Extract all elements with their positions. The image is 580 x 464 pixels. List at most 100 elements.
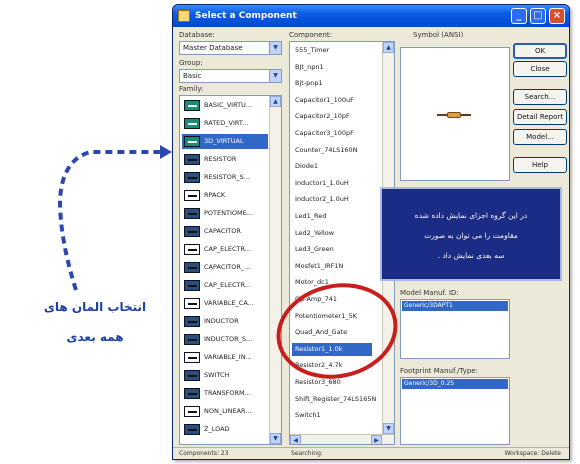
scroll-left-icon[interactable]: ◀: [290, 435, 301, 444]
family-item[interactable]: 3D_VIRTUAL: [182, 134, 268, 149]
family-item-label: CAPACITOR: [204, 227, 241, 235]
component-item[interactable]: Led2_Yellow: [292, 227, 372, 240]
resistor-smd-icon: [184, 172, 200, 183]
family-item-label: CAPACITOR_...: [204, 263, 251, 271]
title-bar[interactable]: Select a Component _ □ ×: [173, 5, 569, 27]
component-item[interactable]: Inductor1_1.0uH: [292, 177, 372, 190]
note-line: مقاومت را می توان به صورت: [424, 231, 518, 240]
ok-button[interactable]: OK: [513, 43, 567, 59]
model-button[interactable]: Model...: [513, 129, 567, 145]
component-item[interactable]: Bjt-pnp1: [292, 77, 372, 90]
virtual-teal-icon: [184, 100, 200, 111]
switch-icon: [184, 370, 200, 381]
footprint-selected[interactable]: Generic/3D_0.25: [402, 379, 508, 389]
footprint-label: Footprint Manuf./Type:: [400, 367, 478, 375]
scroll-up-icon[interactable]: ▲: [270, 96, 281, 107]
family-item[interactable]: CAP_ELECTR...: [182, 242, 268, 257]
footprint-list[interactable]: Generic/3D_0.25: [400, 377, 510, 445]
electrolytic-capacitor-icon: [184, 280, 200, 291]
database-select[interactable]: Master Database ▼: [179, 41, 282, 55]
component-item[interactable]: Led3_Green: [292, 243, 372, 256]
family-item-label: RESISTOR_S...: [204, 173, 250, 181]
search-button[interactable]: Search...: [513, 89, 567, 105]
component-hscrollbar[interactable]: ◀ ▶: [290, 434, 394, 444]
family-item-label: POTENTIOME...: [204, 209, 253, 217]
family-item[interactable]: INDUCTOR: [182, 314, 268, 329]
detail-report-button[interactable]: Detail Report: [513, 109, 567, 125]
minimize-button[interactable]: _: [511, 8, 527, 24]
family-item[interactable]: BASIC_VIRTU...: [182, 98, 268, 113]
component-item[interactable]: BJt_npn1: [292, 61, 372, 74]
family-item[interactable]: RATED_VIRT...: [182, 116, 268, 131]
group-value: Basic: [183, 72, 202, 80]
note-line: سه بعدی نمایش داد .: [437, 251, 505, 260]
family-scrollbar[interactable]: ▲ ▼: [269, 96, 281, 444]
maximize-button[interactable]: □: [530, 8, 546, 24]
chevron-down-icon[interactable]: ▼: [269, 70, 281, 82]
family-item[interactable]: RESISTOR_S...: [182, 170, 268, 185]
component-item[interactable]: Capacitor1_100uF: [292, 94, 372, 107]
note-line: در این گروه اجزای نمایش داده شده: [414, 211, 528, 220]
scroll-down-icon[interactable]: ▼: [270, 433, 281, 444]
database-label: Database:: [179, 31, 215, 39]
family-item[interactable]: CAPACITOR_...: [182, 260, 268, 275]
family-item[interactable]: INDUCTOR_S...: [182, 332, 268, 347]
family-list[interactable]: ▲ ▼ BASIC_VIRTU... RATED_VIRT... 3D_VIRTUA…: [179, 95, 282, 445]
nonlinear-icon: [184, 406, 200, 417]
family-item[interactable]: Z_LOAD: [182, 422, 268, 437]
model-manuf-list[interactable]: Generic/3DAPT1: [400, 299, 510, 359]
component-item[interactable]: 555_Timer: [292, 44, 372, 57]
family-item[interactable]: RESISTOR: [182, 152, 268, 167]
explanation-note: در این گروه اجزای نمایش داده شده مقاومت …: [380, 187, 562, 281]
inductor-icon: [184, 316, 200, 327]
help-button[interactable]: Help: [513, 157, 567, 173]
family-item[interactable]: VARIABLE_CA...: [182, 296, 268, 311]
scroll-right-icon[interactable]: ▶: [371, 435, 382, 444]
virtual-teal-icon: [184, 118, 200, 129]
resistor-symbol-icon: [437, 112, 471, 118]
family-item-label: RATED_VIRT...: [204, 119, 249, 127]
model-manuf-selected[interactable]: Generic/3DAPT1: [402, 301, 508, 311]
family-item[interactable]: POTENTIOME...: [182, 206, 268, 221]
component-item[interactable]: Capacitor2_10pF: [292, 110, 372, 123]
component-item[interactable]: Shift_Register_74LS165N: [292, 393, 376, 406]
electrolytic-capacitor-icon: [184, 244, 200, 255]
component-item[interactable]: Counter_74LS160N: [292, 144, 372, 157]
family-item-label: VARIABLE_CA...: [204, 299, 254, 307]
family-item-label: BASIC_VIRTU...: [204, 101, 253, 109]
family-item[interactable]: VARIABLE_IN...: [182, 350, 268, 365]
component-item[interactable]: Led1_Red: [292, 210, 372, 223]
resistor-icon: [184, 154, 200, 165]
family-label: Family:: [179, 85, 204, 93]
family-item[interactable]: CAP_ELECTR...: [182, 278, 268, 293]
family-item-label: SWITCH: [204, 371, 230, 379]
family-item[interactable]: RPACK: [182, 188, 268, 203]
chevron-down-icon[interactable]: ▼: [269, 42, 281, 54]
family-item[interactable]: CAPACITOR: [182, 224, 268, 239]
app-icon: [178, 10, 190, 22]
component-item[interactable]: Switch1: [292, 409, 372, 422]
component-item[interactable]: Diode1: [292, 160, 372, 173]
family-item-label: 3D_VIRTUAL: [204, 137, 244, 145]
scroll-up-icon[interactable]: ▲: [383, 42, 394, 53]
close-button[interactable]: Close: [513, 61, 567, 77]
status-components: Components: 23: [179, 450, 229, 457]
group-select[interactable]: Basic ▼: [179, 69, 282, 83]
scroll-down-icon[interactable]: ▼: [383, 423, 394, 434]
component-item[interactable]: Inductor2_1.0uH: [292, 193, 372, 206]
family-item[interactable]: NON_LINEAR...: [182, 404, 268, 419]
family-item-label: INDUCTOR_S...: [204, 335, 253, 343]
variable-capacitor-icon: [184, 298, 200, 309]
component-item[interactable]: Mosfet1_IRF1N: [292, 260, 372, 273]
family-item[interactable]: TRANSFORM...: [182, 386, 268, 401]
symbol-preview: [400, 47, 510, 181]
close-window-button[interactable]: ×: [549, 8, 565, 24]
family-item[interactable]: SWITCH: [182, 368, 268, 383]
virtual-teal-icon: [184, 136, 200, 147]
group-label: Group:: [179, 59, 203, 67]
zload-icon: [184, 424, 200, 435]
status-bar: Components: 23 Searching: Workspace: Del…: [173, 447, 569, 459]
model-manuf-label: Model Manuf. ID:: [400, 289, 459, 297]
component-item[interactable]: Capacitor3_100pF: [292, 127, 372, 140]
family-item-label: Z_LOAD: [204, 425, 230, 433]
